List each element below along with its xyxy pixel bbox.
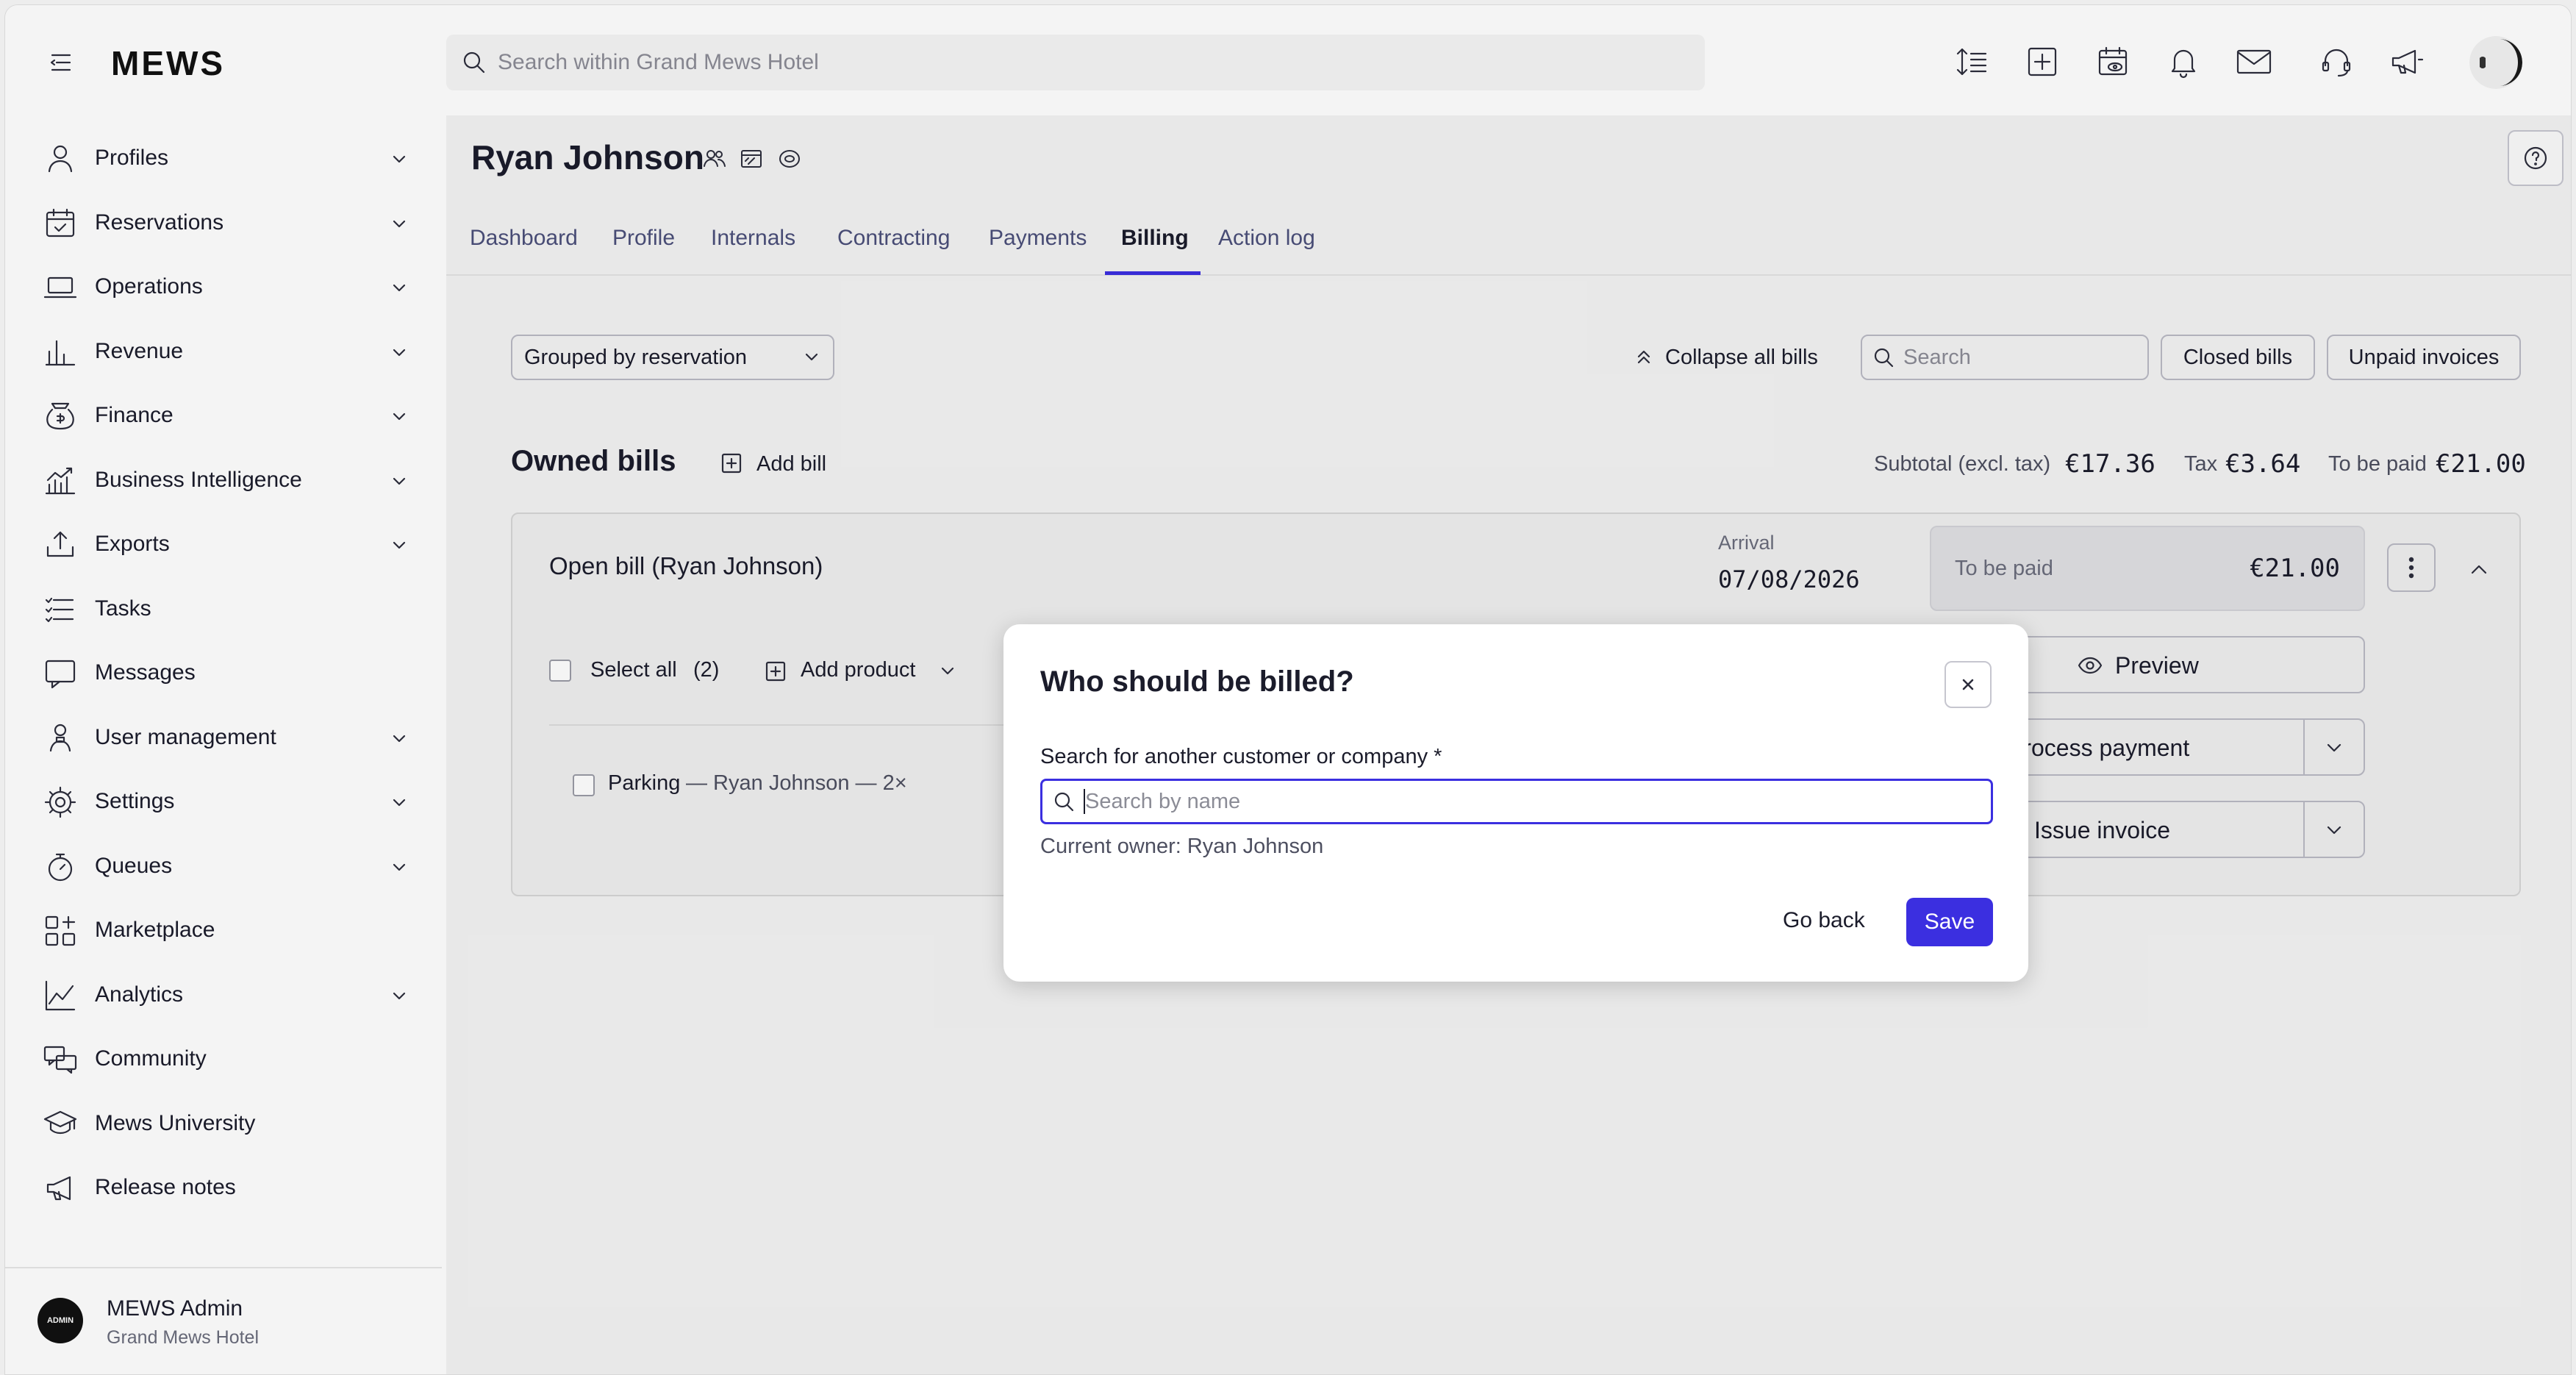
close-button[interactable] [1944, 661, 1992, 708]
save-button[interactable]: Save [1906, 898, 1993, 946]
search-icon [1054, 792, 1074, 812]
dialog-title: Who should be billed? [1040, 665, 1354, 698]
customer-search-label: Search for another customer or company * [1040, 745, 1442, 768]
current-owner-text: Current owner: Ryan Johnson [1040, 835, 1324, 858]
customer-search-input[interactable]: Search by name [1040, 779, 1993, 824]
close-icon [1962, 679, 1974, 690]
app-window: MEWS Search within Grand Mews Hotel Prof… [4, 4, 2572, 1375]
billing-owner-dialog: Who should be billed? Search for another… [1003, 624, 2028, 982]
customer-search-placeholder: Search by name [1085, 790, 1241, 813]
go-back-button[interactable]: Go back [1783, 908, 1865, 933]
